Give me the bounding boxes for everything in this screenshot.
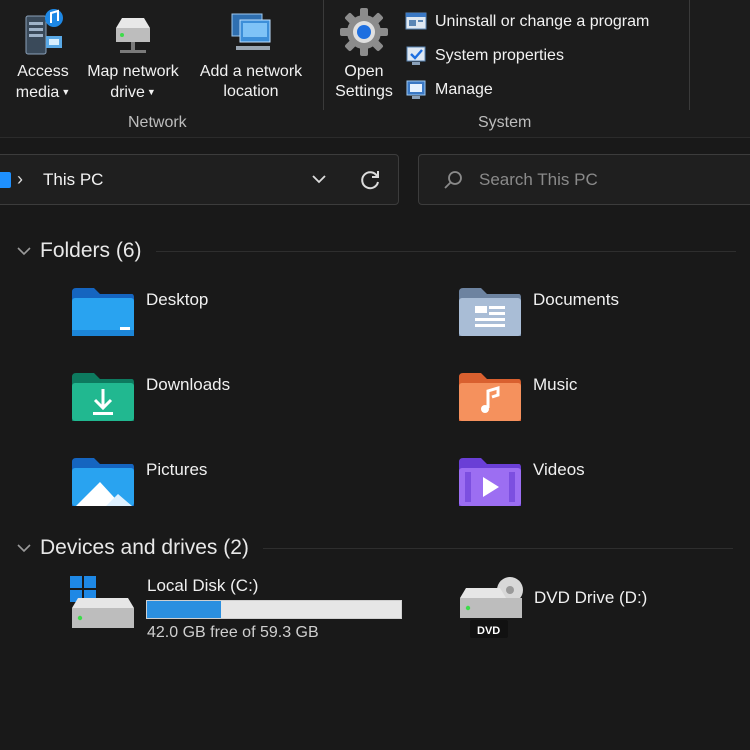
chevron-down-icon[interactable] (16, 243, 32, 259)
folder-label: Pictures (146, 460, 208, 479)
search-icon (444, 171, 462, 189)
ribbon-divider (689, 0, 690, 110)
folder-label: Desktop (146, 290, 209, 309)
disk-usage-bar (146, 600, 402, 619)
documents-folder-icon (459, 288, 521, 336)
map-network-drive-button[interactable]: Map network drive ▼ (80, 6, 186, 103)
system-properties-button[interactable]: System properties (405, 44, 564, 68)
music-folder-icon (459, 373, 521, 421)
system-group-label: System (478, 114, 532, 131)
media-server-icon (25, 9, 63, 55)
access-media-button[interactable]: Access media ▼ (10, 6, 76, 103)
map-network-drive-label-1: Map network (87, 63, 179, 80)
computer-management-icon (406, 80, 426, 99)
folder-label: Documents (533, 290, 619, 309)
system-properties-icon (406, 46, 426, 65)
videos-folder-icon (459, 458, 521, 506)
section-divider (155, 250, 736, 252)
folder-label: Videos (533, 460, 585, 479)
network-drive-icon (116, 18, 150, 53)
uninstall-program-icon (405, 12, 427, 30)
access-media-label-1: Access (17, 63, 69, 80)
pictures-folder-icon (72, 458, 134, 506)
uninstall-program-button[interactable]: Uninstall or change a program (405, 10, 649, 34)
disk-usage-fill (147, 601, 221, 618)
gear-icon (340, 8, 388, 56)
drives-section-header[interactable]: Devices and drives (2) (16, 534, 733, 562)
drive-label: Local Disk (C:) (147, 576, 259, 595)
desktop-folder-icon (72, 288, 134, 336)
open-settings-label-2: Settings (335, 83, 393, 100)
chevron-down-icon[interactable] (309, 167, 329, 191)
map-network-drive-label-2: drive (110, 84, 145, 101)
folders-heading: Folders (6) (40, 239, 142, 262)
search-input[interactable] (479, 165, 739, 195)
manage-button[interactable]: Manage (405, 78, 493, 102)
ribbon: Access media ▼ Map network drive ▼ Add a n… (0, 0, 750, 138)
drive-local-disk-c[interactable]: Local Disk (C:) 42.0 GB free of 59.3 GB (68, 572, 408, 644)
folder-label: Music (533, 375, 578, 394)
add-network-location-label-2: location (223, 83, 279, 100)
open-settings-button[interactable]: Open Settings (330, 6, 398, 102)
add-network-location-button[interactable]: Add a network location (192, 6, 310, 102)
access-media-label-2: media (15, 84, 60, 101)
search-box[interactable] (418, 154, 750, 205)
address-bar[interactable]: › This PC (0, 154, 399, 205)
chevron-down-icon: ▼ (146, 87, 156, 97)
add-network-location-label-1: Add a network (199, 63, 303, 80)
dvd-badge: DVD (477, 625, 501, 637)
chevron-down-icon: ▼ (61, 87, 71, 97)
system-properties-label: System properties (435, 47, 564, 64)
uninstall-program-label: Uninstall or change a program (435, 13, 650, 30)
disk-free-text: 42.0 GB free of 59.3 GB (147, 624, 319, 641)
folder-label: Downloads (146, 375, 231, 394)
drive-label: DVD Drive (D:) (534, 588, 648, 607)
this-pc-icon (0, 172, 11, 188)
section-divider (262, 547, 733, 549)
drives-heading: Devices and drives (2) (40, 536, 249, 559)
drive-dvd-d[interactable]: DVD DVD Drive (D:) (456, 574, 716, 646)
downloads-folder-icon (72, 373, 134, 421)
refresh-icon[interactable] (357, 167, 383, 193)
folders-section-header[interactable]: Folders (6) (16, 237, 736, 265)
network-location-icon (231, 13, 271, 50)
chevron-down-icon[interactable] (16, 540, 32, 556)
local-disk-icon (70, 576, 134, 628)
manage-label: Manage (435, 81, 493, 98)
breadcrumb-separator-icon[interactable]: › (17, 169, 23, 190)
open-settings-label-1: Open (344, 63, 384, 80)
breadcrumb-this-pc[interactable]: This PC (43, 170, 103, 190)
network-group-label: Network (128, 114, 187, 131)
ribbon-divider (323, 0, 324, 110)
